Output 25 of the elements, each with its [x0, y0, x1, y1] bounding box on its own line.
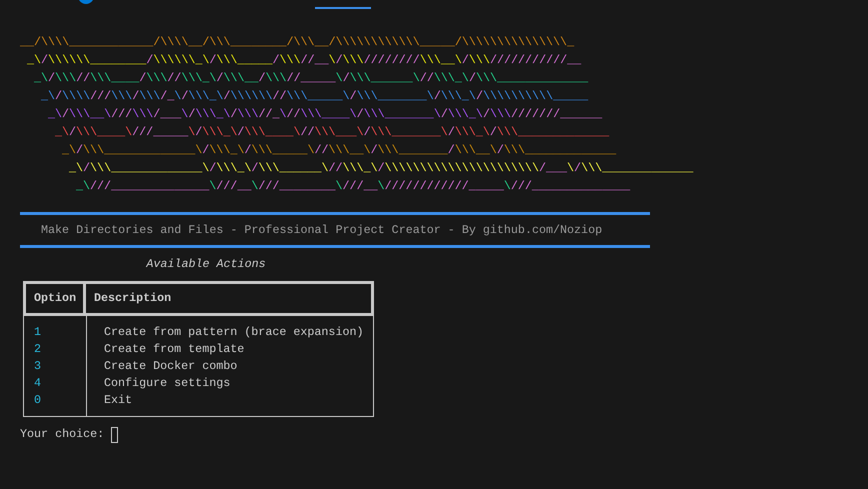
option-number: 1: [34, 324, 42, 341]
action-description: Create from pattern (brace expansion): [104, 324, 364, 341]
ascii-art-line: _\/\\\_____________\/\\\_\/\\\_____\//\\\__\/\\\_______/\\\__\/\\\_____________: [62, 142, 616, 159]
ascii-art-line: _\/\\\//\\\____/\\\//\\\_\/\\\__/\\\//_____\/\\\______\//\\\_\/\\\_____________: [34, 70, 588, 87]
option-number: 4: [34, 375, 42, 392]
ascii-art-line: __/\\\\____________/\\\\__/\\\________/\\\__/\\\\\\\\\\\\_____/\\\\\\\\\\\\\\\_: [20, 34, 574, 51]
column-header: Option: [26, 284, 86, 313]
option-number: 0: [34, 392, 42, 409]
ascii-art-line: _\/\\\_____________\/\\\_\/\\\______\//\\\_\/\\\\\\\\\\\\\\\\\\\\\\/___\/\\\_____________: [69, 160, 694, 177]
text-cursor: [111, 426, 118, 443]
ascii-art-line: _\/\\\__\///\\\/___\/\\\_\/\\\//_\//\\\____\/\\\_______\/\\\_\/\\\///////______: [48, 106, 602, 123]
table-caption: Available Actions: [144, 256, 266, 273]
ascii-art-line: _\/\\\\\\________/\\\\\\_\/\\\_____/\\\//__\/\\\////////\\\__\/\\\///////////__: [27, 52, 582, 69]
action-description: Create Docker combo: [104, 358, 238, 375]
action-description: Configure settings: [104, 375, 230, 392]
option-number: 3: [34, 358, 42, 375]
ascii-art-line: _\/\\\\///\\\/\\\/_\/\\\_\/\\\\\\//\\\_____\/\\\_______\/\\\_\/\\\\\\\\\\_____: [41, 88, 588, 105]
action-description: Create from template: [104, 341, 244, 358]
prompt-label: Your choice:: [20, 426, 104, 443]
column-header: Description: [93, 290, 172, 307]
ascii-art-line: _\///______________\///__\///________\///__\////////////_____\///______________: [76, 178, 630, 195]
ascii-art-line: _\/\\\____\///_____\/\\\_\/\\\____\//\\\___\/\\\_______\/\\\_\/\\\_____________: [55, 124, 610, 141]
action-description: Exit: [104, 392, 132, 409]
header-title: Make Directories and Files - Professional Project Creator - By github.com/Noziop: [40, 222, 604, 239]
option-number: 2: [34, 341, 42, 358]
